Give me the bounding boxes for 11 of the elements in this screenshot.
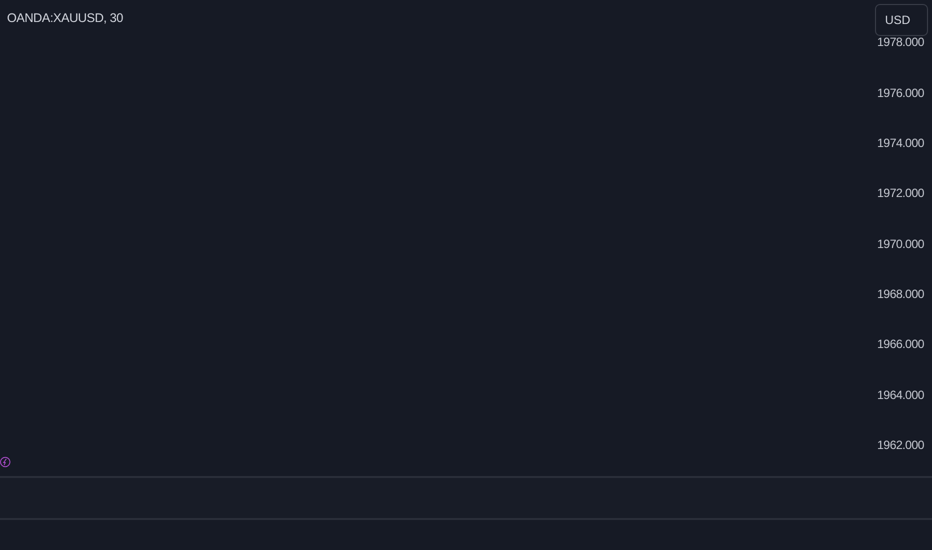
price-label: 1970.000 [877, 236, 924, 251]
currency-button[interactable]: USD [875, 4, 928, 36]
price-label: 1972.000 [877, 186, 924, 200]
price-label: 1966.000 [877, 337, 924, 352]
price-label: 1968.000 [877, 286, 924, 301]
price-label: 1964.000 [877, 388, 924, 402]
price-label: 1962.000 [877, 438, 924, 452]
price-label: 1978.000 [877, 35, 924, 50]
price-label: 1976.000 [877, 86, 924, 100]
price-label: 1974.000 [877, 136, 924, 150]
symbol-label: OANDA:XAUUSD, 30 [7, 11, 124, 25]
